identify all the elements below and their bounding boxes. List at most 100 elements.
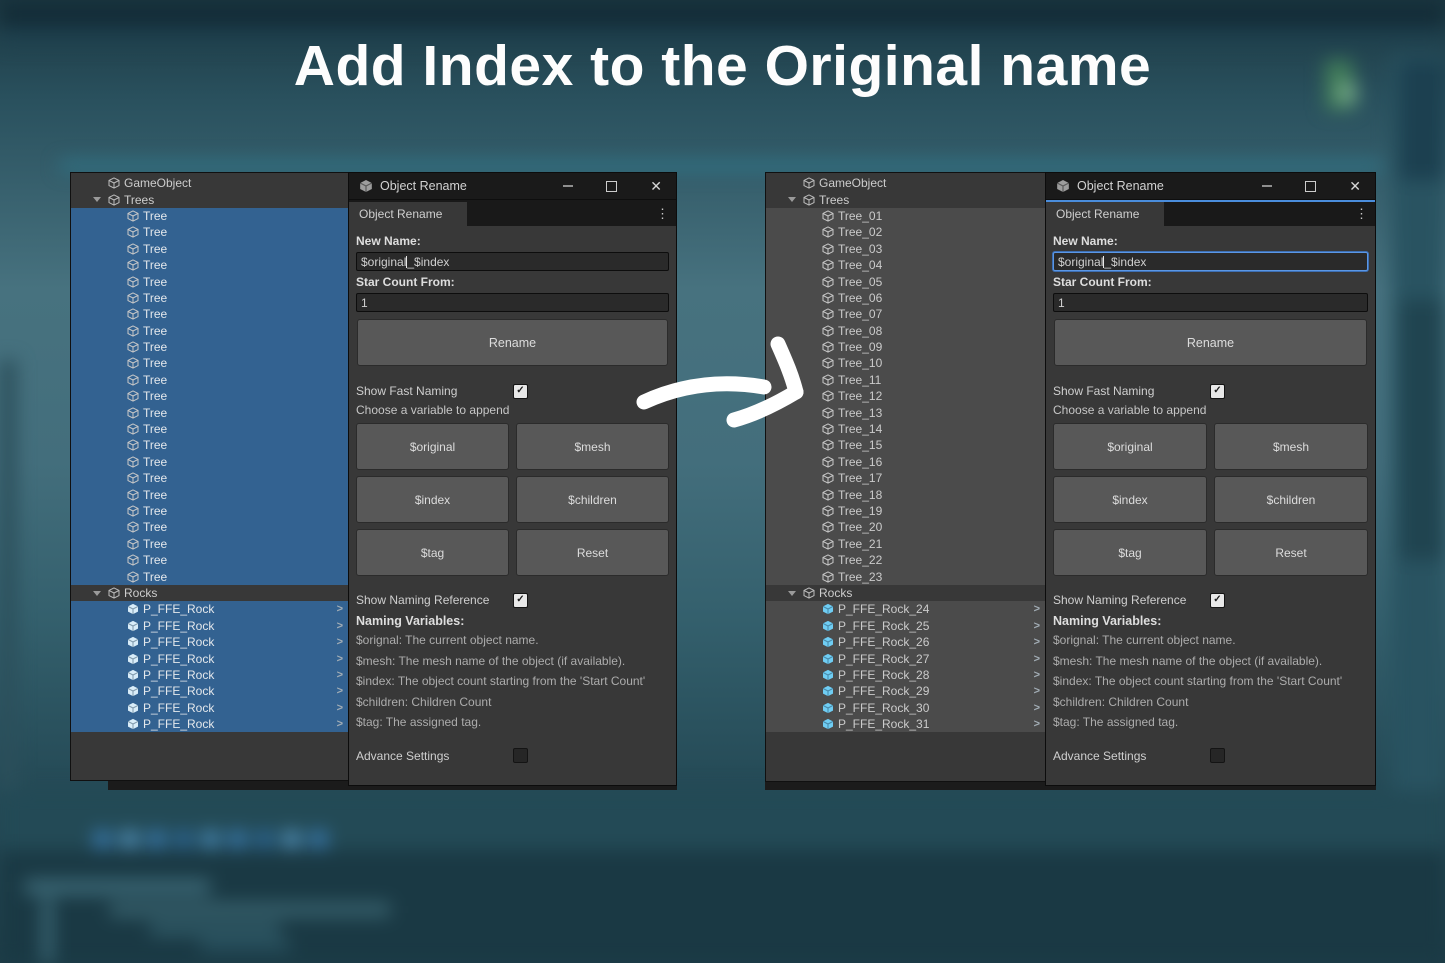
hierarchy-group-trees[interactable]: Trees: [766, 191, 1045, 207]
variable-button-index[interactable]: $index: [356, 476, 509, 523]
hierarchy-item[interactable]: Tree: [71, 470, 348, 486]
close-button[interactable]: ✕: [650, 179, 662, 193]
hierarchy-item[interactable]: Tree_01: [766, 208, 1045, 224]
hierarchy-item[interactable]: Tree_23: [766, 568, 1045, 584]
hierarchy-item[interactable]: Tree_02: [766, 224, 1045, 240]
hierarchy-item[interactable]: Tree_20: [766, 519, 1045, 535]
minimize-button[interactable]: [1262, 185, 1272, 187]
hierarchy-item[interactable]: Tree: [71, 241, 348, 257]
advance-settings-checkbox[interactable]: [513, 748, 528, 763]
hierarchy-item[interactable]: Tree: [71, 503, 348, 519]
foldout-arrow-icon[interactable]: [93, 591, 101, 596]
hierarchy-group-rocks[interactable]: Rocks: [71, 585, 348, 601]
minimize-button[interactable]: [563, 185, 573, 187]
tab-object-rename[interactable]: Object Rename: [349, 202, 467, 226]
hierarchy-item[interactable]: Tree: [71, 437, 348, 453]
show-naming-reference-checkbox[interactable]: [1210, 593, 1225, 608]
hierarchy-item[interactable]: Tree: [71, 355, 348, 371]
hierarchy-item[interactable]: P_FFE_Rock>: [71, 634, 348, 650]
hierarchy-item[interactable]: Tree_21: [766, 536, 1045, 552]
variable-button-children[interactable]: $children: [1214, 476, 1368, 523]
hierarchy-item[interactable]: Tree_18: [766, 486, 1045, 502]
advance-settings-checkbox[interactable]: [1210, 748, 1225, 763]
hierarchy-item[interactable]: Tree: [71, 519, 348, 535]
hierarchy-item[interactable]: Tree: [71, 404, 348, 420]
variable-button-tag[interactable]: $tag: [356, 529, 509, 576]
hierarchy-item[interactable]: Tree_04: [766, 257, 1045, 273]
rename-button[interactable]: Rename: [357, 319, 668, 366]
show-naming-reference-checkbox[interactable]: [513, 593, 528, 608]
hierarchy-item[interactable]: P_FFE_Rock>: [71, 650, 348, 666]
hierarchy-item[interactable]: P_FFE_Rock>: [71, 618, 348, 634]
maximize-button[interactable]: [606, 181, 617, 192]
hierarchy-item[interactable]: Tree: [71, 552, 348, 568]
rename-button[interactable]: Rename: [1054, 319, 1367, 366]
hierarchy-item[interactable]: Tree_15: [766, 437, 1045, 453]
hierarchy-item[interactable]: Tree_03: [766, 241, 1045, 257]
hierarchy-group-rocks[interactable]: Rocks: [766, 585, 1045, 601]
close-button[interactable]: ✕: [1349, 179, 1361, 193]
hierarchy-item[interactable]: Tree: [71, 257, 348, 273]
variable-button-original[interactable]: $original: [356, 423, 509, 470]
start-count-input[interactable]: 1: [1053, 293, 1368, 312]
hierarchy-item[interactable]: Tree_16: [766, 454, 1045, 470]
hierarchy-item[interactable]: Tree: [71, 273, 348, 289]
hierarchy-item[interactable]: P_FFE_Rock_31>: [766, 716, 1045, 732]
variable-button-original[interactable]: $original: [1053, 423, 1207, 470]
variable-button-index[interactable]: $index: [1053, 476, 1207, 523]
hierarchy-item[interactable]: P_FFE_Rock_28>: [766, 667, 1045, 683]
hierarchy-item[interactable]: Tree_06: [766, 290, 1045, 306]
variable-button-tag[interactable]: $tag: [1053, 529, 1207, 576]
hierarchy-item[interactable]: Tree: [71, 290, 348, 306]
hierarchy-item[interactable]: Tree: [71, 486, 348, 502]
hierarchy-item[interactable]: Tree_07: [766, 306, 1045, 322]
hierarchy-item[interactable]: Tree: [71, 454, 348, 470]
hierarchy-item[interactable]: Tree: [71, 224, 348, 240]
hierarchy-item[interactable]: Tree: [71, 568, 348, 584]
hierarchy-item[interactable]: Tree: [71, 372, 348, 388]
hierarchy-item[interactable]: P_FFE_Rock_26>: [766, 634, 1045, 650]
foldout-arrow-icon[interactable]: [93, 197, 101, 202]
new-name-input[interactable]: $original_$index: [1053, 252, 1368, 271]
hierarchy-group-trees[interactable]: Trees: [71, 191, 348, 207]
hierarchy-item[interactable]: Tree: [71, 536, 348, 552]
show-fast-naming-checkbox[interactable]: [513, 384, 528, 399]
hierarchy-item[interactable]: P_FFE_Rock>: [71, 716, 348, 732]
start-count-input[interactable]: 1: [356, 293, 669, 312]
new-name-input[interactable]: $original_$index: [356, 252, 669, 271]
kebab-menu-icon[interactable]: ⋮: [649, 202, 676, 226]
hierarchy-item-root[interactable]: GameObject: [766, 175, 1045, 191]
tab-object-rename[interactable]: Object Rename: [1046, 202, 1164, 226]
hierarchy-item[interactable]: P_FFE_Rock>: [71, 667, 348, 683]
hierarchy-item[interactable]: Tree: [71, 323, 348, 339]
foldout-arrow-icon[interactable]: [788, 591, 796, 596]
hierarchy-item[interactable]: Tree: [71, 388, 348, 404]
foldout-arrow-icon[interactable]: [788, 197, 796, 202]
hierarchy-item[interactable]: Tree: [71, 421, 348, 437]
hierarchy-item[interactable]: Tree_17: [766, 470, 1045, 486]
hierarchy-item[interactable]: P_FFE_Rock_25>: [766, 618, 1045, 634]
variable-button-children[interactable]: $children: [516, 476, 669, 523]
maximize-button[interactable]: [1305, 181, 1316, 192]
hierarchy-item[interactable]: Tree_05: [766, 273, 1045, 289]
hierarchy-item[interactable]: Tree: [71, 306, 348, 322]
hierarchy-item[interactable]: Tree_19: [766, 503, 1045, 519]
hierarchy-item[interactable]: Tree: [71, 208, 348, 224]
hierarchy-item[interactable]: P_FFE_Rock>: [71, 601, 348, 617]
hierarchy-item[interactable]: Tree_22: [766, 552, 1045, 568]
hierarchy-item[interactable]: P_FFE_Rock>: [71, 700, 348, 716]
variable-button-reset[interactable]: Reset: [516, 529, 669, 576]
hierarchy-item[interactable]: P_FFE_Rock_29>: [766, 683, 1045, 699]
variable-button-reset[interactable]: Reset: [1214, 529, 1368, 576]
variable-button-mesh[interactable]: $mesh: [1214, 423, 1368, 470]
hierarchy-item[interactable]: Tree: [71, 339, 348, 355]
naming-variable-line: $orignal: The current object name.: [1053, 630, 1368, 651]
hierarchy-item[interactable]: P_FFE_Rock_30>: [766, 700, 1045, 716]
item-label: P_FFE_Rock_24: [838, 602, 929, 616]
show-fast-naming-checkbox[interactable]: [1210, 384, 1225, 399]
hierarchy-item-root[interactable]: GameObject: [71, 175, 348, 191]
hierarchy-item[interactable]: P_FFE_Rock>: [71, 683, 348, 699]
kebab-menu-icon[interactable]: ⋮: [1348, 202, 1375, 226]
hierarchy-item[interactable]: P_FFE_Rock_27>: [766, 650, 1045, 666]
hierarchy-item[interactable]: P_FFE_Rock_24>: [766, 601, 1045, 617]
